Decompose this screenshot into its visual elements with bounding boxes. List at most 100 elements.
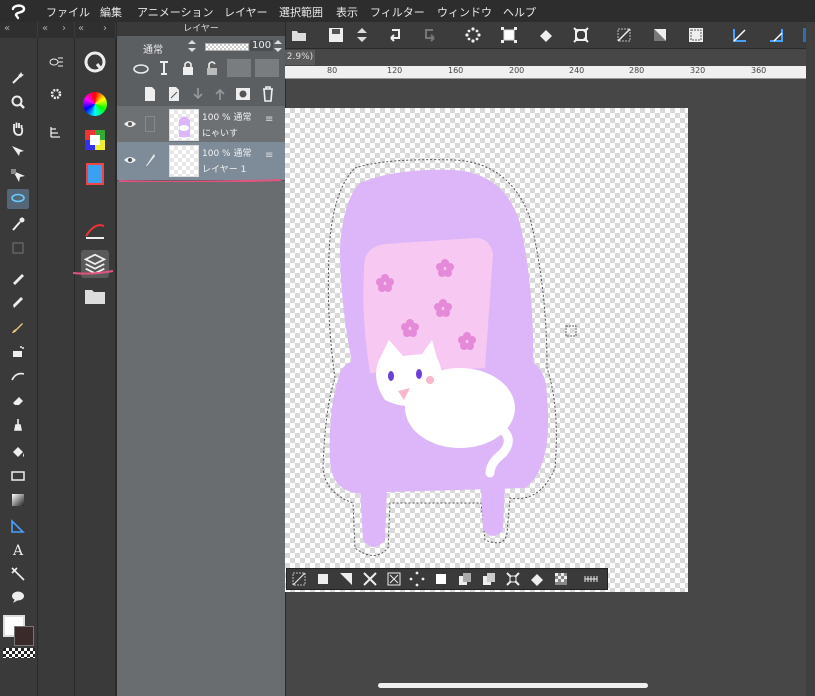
fill-icon[interactable] <box>529 571 545 587</box>
crop-icon[interactable] <box>433 571 449 587</box>
clip-studio-logo-icon[interactable] <box>10 2 28 20</box>
menu-window[interactable]: ウィンドウ <box>437 4 492 20</box>
transform-icon[interactable] <box>409 571 425 587</box>
text-icon[interactable]: A <box>7 539 29 559</box>
zoom-tab[interactable]: 2.9%) <box>285 50 315 65</box>
eyedropper-icon[interactable] <box>7 214 29 234</box>
expand-icon[interactable] <box>362 571 378 587</box>
ruler-tool-icon[interactable] <box>7 516 29 536</box>
menu-animation[interactable]: アニメーション <box>137 4 214 20</box>
menu-file[interactable]: ファイル <box>46 4 90 20</box>
palette-bar-header[interactable]: «› <box>75 22 115 39</box>
tool-settings-icon[interactable] <box>45 84 67 104</box>
shrink-icon[interactable] <box>386 571 402 587</box>
gradient-icon[interactable] <box>7 490 29 510</box>
stepper-icon[interactable] <box>352 25 372 45</box>
screentone-icon[interactable] <box>553 571 569 587</box>
opacity-stepper-icon[interactable] <box>273 39 283 53</box>
scale-icon[interactable] <box>505 571 521 587</box>
select-all-icon[interactable] <box>686 25 706 45</box>
rectangle-icon[interactable] <box>7 466 29 486</box>
visibility-eye-icon[interactable] <box>123 119 137 129</box>
magic-wand-icon[interactable] <box>7 68 29 88</box>
transfer-down-icon[interactable] <box>191 86 205 102</box>
blend-mode-chevron-icon[interactable] <box>187 39 197 53</box>
eraser-icon[interactable] <box>7 390 29 410</box>
invert-icon[interactable] <box>650 25 670 45</box>
layer-row[interactable]: 100 % 通常 にゃいす ≡ <box>117 106 285 145</box>
layer-menu-icon[interactable]: ≡ <box>265 114 273 125</box>
lock-icon[interactable] <box>181 60 195 76</box>
zoom-icon[interactable] <box>7 92 29 112</box>
animation-timeline-icon[interactable] <box>83 162 107 186</box>
menu-view[interactable]: 表示 <box>336 4 358 20</box>
reselect-icon[interactable] <box>315 571 331 587</box>
select-border-icon[interactable] <box>571 25 591 45</box>
merge-down-icon[interactable] <box>213 86 227 102</box>
copy-icon[interactable] <box>481 571 497 587</box>
material-folder-icon[interactable] <box>83 286 107 306</box>
edit-pen-icon[interactable] <box>144 151 156 167</box>
visibility-eye-icon[interactable] <box>123 155 137 165</box>
pencil-icon[interactable] <box>7 292 29 312</box>
object-select-icon[interactable] <box>7 166 29 186</box>
layer-edit-target-icon[interactable] <box>145 116 155 132</box>
blend-mode-select[interactable]: 通常 <box>143 41 163 56</box>
blend-icon[interactable] <box>7 414 29 434</box>
opacity-slider[interactable] <box>205 43 249 51</box>
fill-icon[interactable] <box>536 25 556 45</box>
speech-balloon-icon[interactable] <box>7 587 29 607</box>
mask-toggle-button[interactable] <box>227 59 251 77</box>
correction-icon[interactable] <box>7 238 29 258</box>
sub-color-swatch[interactable] <box>14 626 34 646</box>
invert-icon[interactable] <box>338 571 354 587</box>
home-indicator[interactable] <box>378 683 648 688</box>
subtool-group-icon[interactable] <box>45 52 67 72</box>
redo-icon[interactable] <box>420 25 440 45</box>
transparent-color-swatch[interactable] <box>3 648 35 658</box>
hand-icon[interactable] <box>7 118 29 138</box>
frame-border-icon[interactable] <box>7 564 29 584</box>
delete-layer-icon[interactable] <box>261 85 275 102</box>
transform-icon[interactable] <box>463 25 483 45</box>
layer-menu-icon[interactable]: ≡ <box>265 150 273 161</box>
open-folder-icon[interactable] <box>289 25 309 45</box>
new-vector-layer-icon[interactable] <box>167 86 181 102</box>
copy-paste-icon[interactable] <box>457 571 473 587</box>
perspective-icon[interactable] <box>766 25 786 45</box>
clip-layer-icon[interactable] <box>133 62 149 76</box>
lock-transparency-icon[interactable] <box>205 60 219 76</box>
fill-bucket-icon[interactable] <box>7 442 29 462</box>
layer-name[interactable]: にゃいす <box>202 126 238 139</box>
deselect-icon[interactable] <box>614 25 634 45</box>
undo-icon[interactable] <box>385 25 405 45</box>
menu-selection[interactable]: 選択範囲 <box>279 4 323 20</box>
brush-size-icon[interactable] <box>45 122 67 142</box>
tool-palette-header[interactable]: « <box>0 22 37 39</box>
opacity-value[interactable]: 100 <box>250 40 274 51</box>
ruler-toggle-button[interactable] <box>255 59 279 77</box>
airbrush-icon[interactable] <box>7 342 29 362</box>
ruler-icon[interactable] <box>730 25 750 45</box>
menu-edit[interactable]: 編集 <box>100 4 122 20</box>
color-set-icon[interactable] <box>83 128 107 152</box>
save-icon[interactable] <box>326 25 346 45</box>
reference-layer-icon[interactable] <box>157 60 171 76</box>
drawing-canvas[interactable] <box>285 108 688 592</box>
move-layer-icon[interactable] <box>7 142 29 162</box>
navigator-icon[interactable] <box>83 50 107 74</box>
launcher-settings-icon[interactable] <box>583 571 599 587</box>
color-wheel-icon[interactable] <box>83 92 107 116</box>
brush-icon[interactable] <box>7 318 29 338</box>
crop-icon[interactable] <box>499 25 519 45</box>
subtool-palette-header[interactable]: «› <box>38 22 74 39</box>
layer-mask-icon[interactable] <box>235 86 251 102</box>
lasso-select-icon[interactable] <box>7 189 29 209</box>
menu-help[interactable]: ヘルプ <box>503 4 536 20</box>
deselect-icon[interactable] <box>291 571 307 587</box>
menu-filter[interactable]: フィルター <box>370 4 425 20</box>
layer-property-icon[interactable] <box>83 216 107 240</box>
pen-icon[interactable] <box>7 268 29 288</box>
decoration-icon[interactable] <box>7 366 29 386</box>
menu-layer[interactable]: レイヤー <box>224 4 268 20</box>
